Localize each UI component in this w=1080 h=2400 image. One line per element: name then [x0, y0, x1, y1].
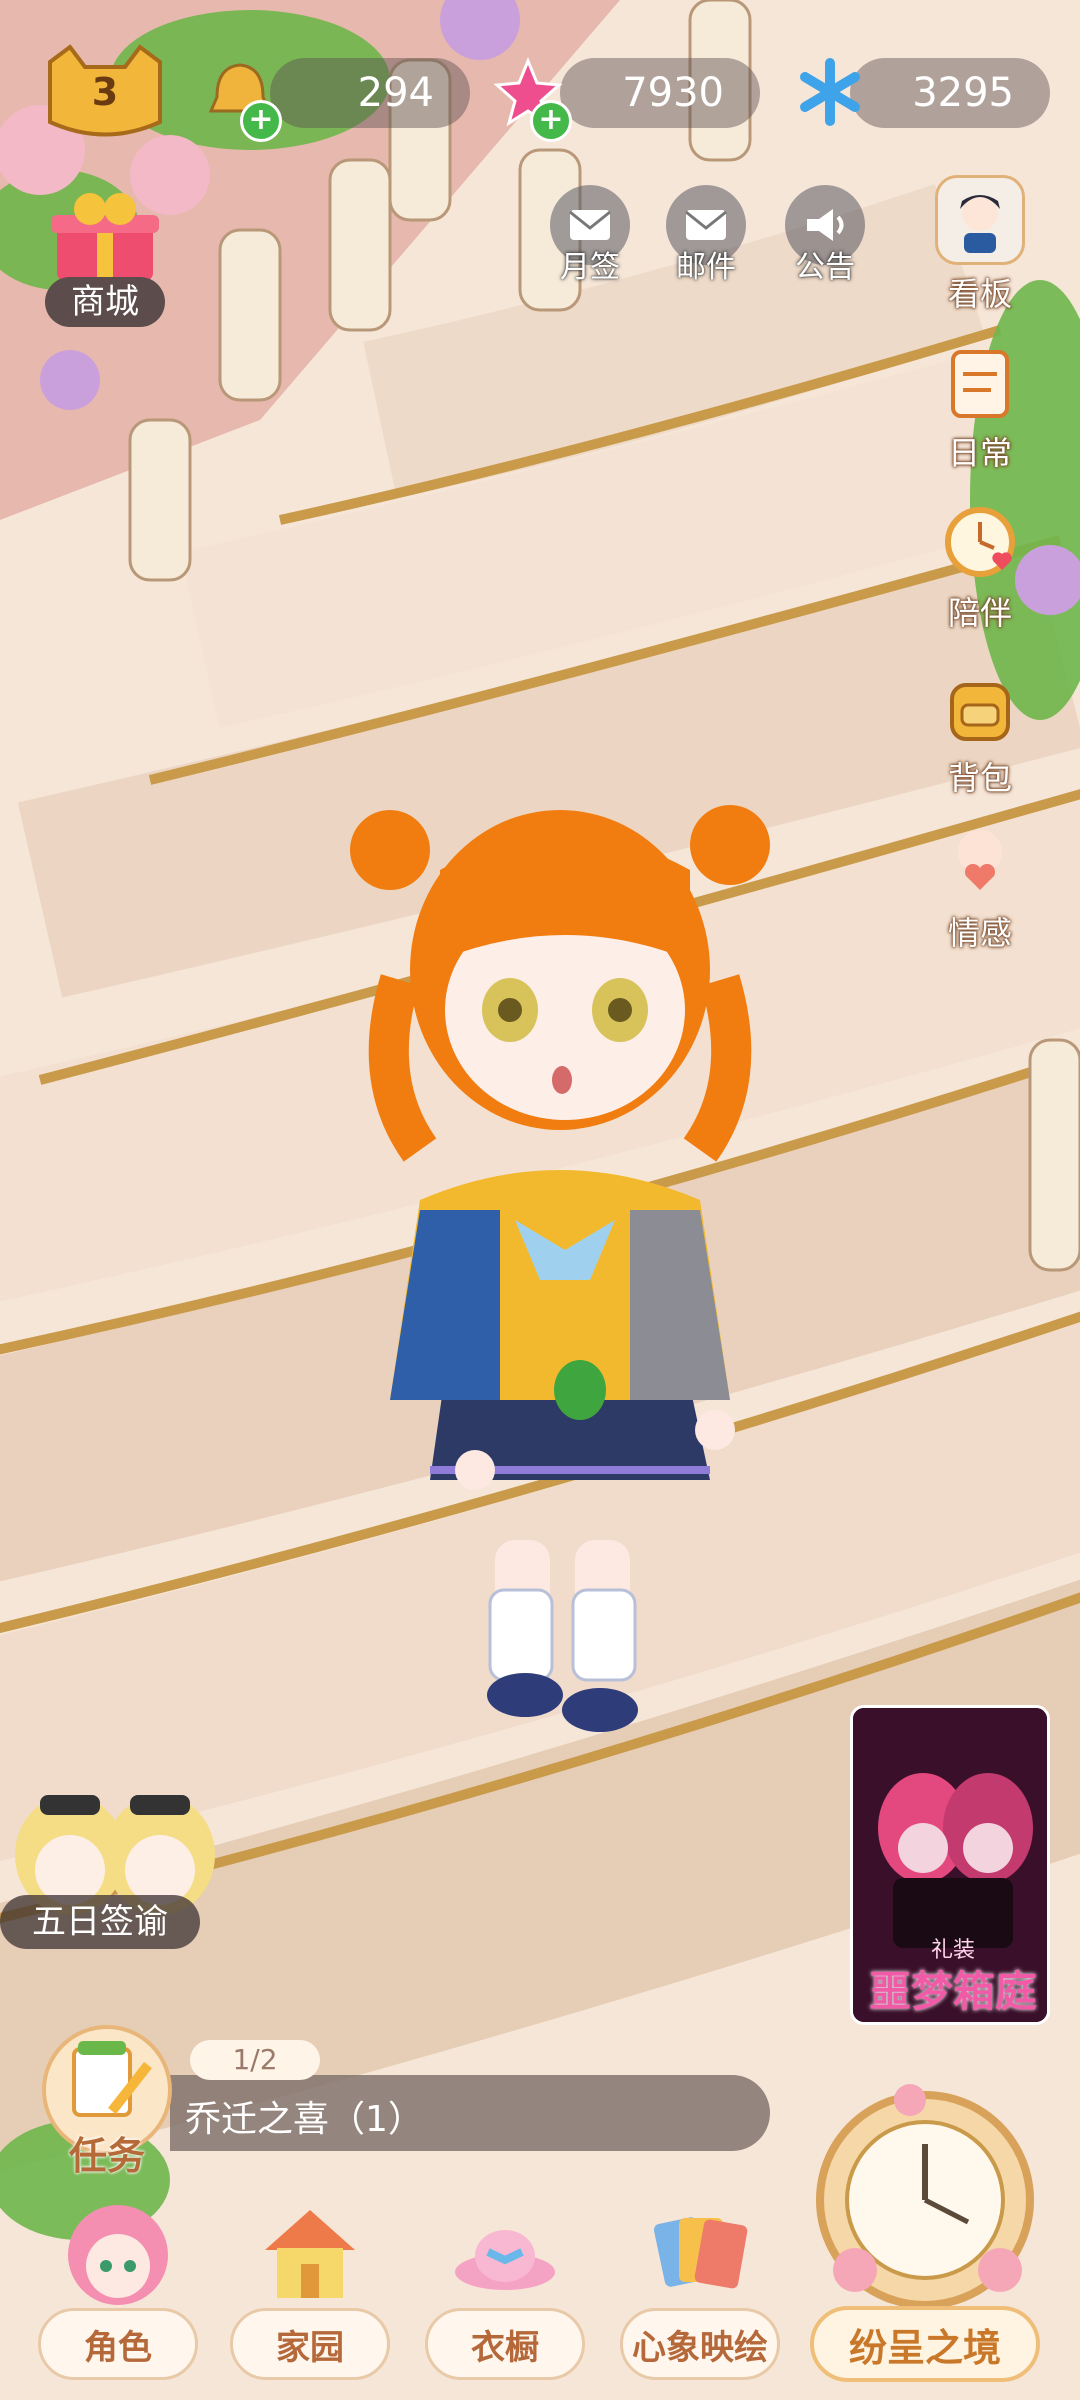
nav-home[interactable]: 家园 [230, 2200, 390, 2380]
nav-card-gallery[interactable]: 心象映绘 [620, 2200, 780, 2380]
house-icon [250, 2200, 370, 2310]
clock-heart-icon [938, 500, 1022, 584]
nightmare-garden-promo-banner[interactable]: 礼装 噩梦箱庭 [850, 1705, 1050, 2025]
backpack-icon [938, 665, 1022, 749]
nav-home-label: 家园 [230, 2308, 390, 2380]
hat-icon [445, 2200, 565, 2310]
shop-button[interactable]: 商城 [35, 185, 175, 335]
feature-mirror-button[interactable]: 纷呈之境 [800, 2080, 1050, 2390]
character-icon [58, 2200, 178, 2310]
task-button[interactable]: 任务 [42, 2025, 172, 2178]
side-item-showcase-label: 看板 [947, 275, 1012, 313]
notepad-pencil-icon [72, 2041, 152, 2117]
side-item-daily[interactable]: 日常 [920, 340, 1040, 474]
add-gem-button[interactable]: + [530, 100, 572, 142]
announcement-label: 公告 [795, 250, 855, 285]
shop-label: 商城 [45, 277, 165, 327]
nav-card-gallery-label: 心象映绘 [620, 2308, 780, 2380]
cards-icon [640, 2200, 760, 2310]
feature-mirror-label: 纷呈之境 [810, 2306, 1040, 2382]
currency-snowflake-value: 3295 [912, 70, 1014, 116]
side-item-companion[interactable]: 陪伴 [920, 500, 1040, 634]
currency-bell-counter: 294 [270, 58, 470, 128]
side-item-companion-label: 陪伴 [947, 594, 1012, 632]
monthly-signin-label: 月签 [560, 250, 620, 285]
mail-label: 邮件 [676, 250, 736, 285]
task-label: 任务 [68, 2134, 145, 2178]
side-item-backpack-label: 背包 [947, 759, 1012, 797]
add-bell-button[interactable]: + [240, 100, 282, 142]
envelope-icon [569, 210, 611, 240]
five-day-signin-banner[interactable]: 五日签谕 [0, 1785, 225, 1955]
megaphone-icon [807, 209, 844, 241]
nav-character[interactable]: 角色 [38, 2200, 198, 2380]
side-item-showcase[interactable]: 看板 [920, 175, 1040, 315]
heart-person-icon [938, 820, 1022, 904]
mail-icon [685, 210, 727, 240]
task-bar[interactable]: 乔迁之喜（1） [170, 2075, 770, 2151]
task-progress: 1/2 [190, 2040, 320, 2080]
ornate-clock-icon [816, 2084, 1034, 2309]
currency-bell-value: 294 [357, 70, 434, 116]
gift-box-icon [51, 193, 159, 281]
currency-gem-value: 7930 [622, 70, 724, 116]
five-day-signin-label: 五日签谕 [0, 1895, 200, 1949]
task-text: 乔迁之喜（1） [185, 2099, 424, 2140]
side-item-daily-label: 日常 [947, 434, 1012, 472]
snowflake-icon [790, 52, 870, 132]
side-item-emotion-label: 情感 [947, 914, 1012, 952]
level-number: 3 [91, 70, 119, 114]
side-item-backpack[interactable]: 背包 [920, 665, 1040, 799]
nav-wardrobe[interactable]: 衣橱 [425, 2200, 585, 2380]
nav-character-label: 角色 [38, 2308, 198, 2380]
promo-title: 噩梦箱庭 [868, 1967, 1037, 2016]
side-item-emotion[interactable]: 情感 [920, 820, 1040, 954]
currency-snowflake-counter: 3295 [850, 58, 1050, 128]
player-character[interactable] [330, 780, 810, 1750]
portrait-icon [935, 175, 1025, 265]
level-badge[interactable]: 3 [40, 42, 170, 142]
nav-wardrobe-label: 衣橱 [425, 2308, 585, 2380]
notepad-icon [938, 340, 1022, 424]
currency-gem-counter: 7930 [560, 58, 760, 128]
